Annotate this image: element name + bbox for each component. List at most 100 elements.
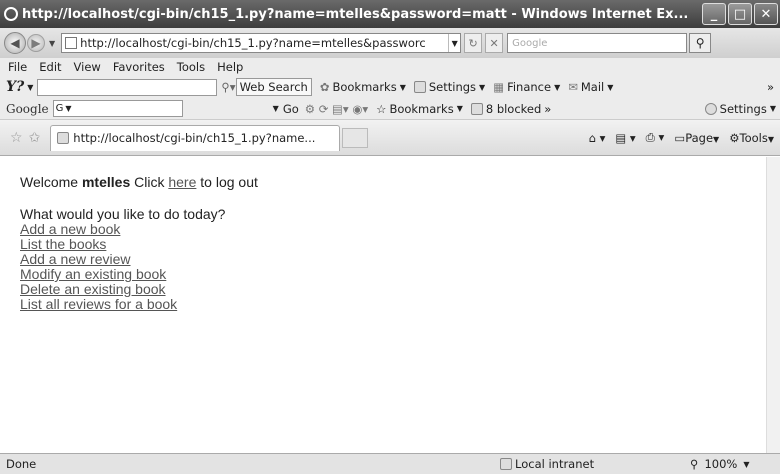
question-text: What would you like to do today? (20, 206, 226, 222)
list-books-link[interactable]: List the books (20, 237, 780, 252)
google-settings-label: Settings (719, 101, 767, 116)
feeds-icon[interactable]: ▤ ▾ (615, 131, 635, 145)
search-input[interactable]: Google (507, 33, 688, 53)
zoom-icon: ⚲ (690, 457, 699, 471)
popup-blocked-label: 8 blocked (485, 101, 542, 116)
logout-text: to log out (200, 174, 258, 190)
google-go-button[interactable]: Go (283, 102, 299, 116)
logout-link[interactable]: here (168, 174, 196, 190)
mail-icon: ✉ (568, 80, 578, 94)
menu-tools[interactable]: Tools (177, 60, 205, 74)
status-bar: Done Local intranet ⚲ 100% ▼ (0, 453, 780, 474)
stop-button[interactable]: ✕ (485, 33, 504, 53)
window-title: http://localhost/cgi-bin/ch15_1.py?name=… (22, 6, 689, 22)
address-bar: ◀ ▶ ▼ http://localhost/cgi-bin/ch15_1.py… (0, 28, 780, 58)
mail-label: Mail (580, 80, 605, 94)
search-icon[interactable]: ⚲▾ (221, 80, 235, 94)
yahoo-dropdown-icon[interactable]: ▼ (27, 83, 33, 92)
tab-label: http://localhost/cgi-bin/ch15_1.py?name.… (73, 131, 316, 145)
forward-button[interactable]: ▶ (27, 34, 45, 52)
google-settings-button[interactable]: Settings ▼ (704, 101, 776, 116)
google-logo[interactable]: Google (6, 102, 49, 116)
settings-icon (413, 81, 426, 93)
star-icon: ☆ (376, 101, 387, 116)
tab-row: ☆ ✩ http://localhost/cgi-bin/ch15_1.py?n… (0, 120, 780, 156)
yahoo-settings-button[interactable]: Settings ▼ (413, 80, 485, 94)
title-bar: http://localhost/cgi-bin/ch15_1.py?name=… (0, 0, 780, 28)
web-search-button[interactable]: Web Search (235, 78, 312, 96)
favorites-star-icon[interactable]: ☆ (10, 130, 23, 146)
menu-edit[interactable]: Edit (39, 60, 61, 74)
close-button[interactable]: ✕ (754, 3, 778, 25)
add-favorites-icon[interactable]: ✩ (29, 130, 41, 146)
tab-current[interactable]: http://localhost/cgi-bin/ch15_1.py?name.… (50, 124, 341, 151)
yahoo-search-input[interactable] (37, 78, 218, 96)
finance-button[interactable]: ▦ Finance ▼ (493, 80, 560, 94)
status-text: Done (6, 457, 37, 471)
yahoo-bookmarks-button[interactable]: ✿ Bookmarks ▼ (320, 80, 406, 94)
finance-icon: ▦ (493, 80, 505, 94)
page-content: Welcome mtelles Click here to log out Wh… (0, 157, 780, 453)
add-review-link[interactable]: Add a new review (20, 252, 780, 267)
new-tab-button[interactable] (342, 127, 369, 148)
google-dropdown-icon[interactable]: ▼ (273, 104, 279, 113)
yahoo-bookmarks-label: Bookmarks (332, 80, 397, 94)
click-text: Click (134, 174, 165, 190)
page-icon (65, 37, 78, 49)
list-reviews-link[interactable]: List all reviews for a book (20, 297, 780, 312)
intranet-icon (500, 458, 512, 470)
history-dropdown-icon[interactable]: ▼ (49, 39, 55, 48)
zoom-control[interactable]: ⚲ 100% ▼ (690, 457, 749, 471)
popup-blocker-button[interactable]: 8 blocked» (470, 101, 551, 116)
url-field[interactable]: http://localhost/cgi-bin/ch15_1.py?name=… (61, 33, 462, 53)
menu-help[interactable]: Help (217, 60, 243, 74)
home-icon[interactable]: ⌂ ▾ (589, 131, 606, 145)
security-zone[interactable]: Local intranet (500, 457, 594, 471)
print-icon[interactable]: ⎙ ▾ (646, 130, 665, 145)
tools-menu-button[interactable]: ⚙Tools▼ (729, 131, 774, 145)
google-tools-icons[interactable]: ⚙ ⟳ ▤▾ ◉▾ (305, 102, 368, 116)
tools-menu-label: Tools (739, 130, 768, 145)
welcome-line: Welcome mtelles Click here to log out (20, 175, 780, 190)
menu-file[interactable]: File (8, 60, 27, 74)
welcome-text: Welcome (20, 174, 79, 190)
bookmark-icon: ✿ (319, 80, 330, 94)
page-menu-button[interactable]: ▭Page▼ (674, 131, 719, 145)
google-bookmarks-button[interactable]: ☆ Bookmarks ▼ (376, 102, 463, 116)
menu-view[interactable]: View (74, 60, 101, 74)
page-menu-icon: ▭ (674, 130, 686, 145)
page-menu-label: Page (685, 130, 714, 145)
modify-book-link[interactable]: Modify an existing book (20, 267, 780, 282)
page-icon (57, 132, 70, 144)
minimize-button[interactable]: _ (702, 3, 726, 25)
zone-label: Local intranet (515, 457, 595, 471)
delete-book-link[interactable]: Delete an existing book (20, 282, 780, 297)
search-icon[interactable]: ⚲ (689, 33, 712, 53)
google-toolbar: Google G ▼ ▼ Go ⚙ ⟳ ▤▾ ◉▾ ☆ Bookmarks ▼ 8 b… (0, 98, 780, 120)
yahoo-toolbar: Y? ▼ ⚲▾ Web Search ✿ Bookmarks ▼ Settings ▼… (0, 76, 780, 98)
back-button[interactable]: ◀ (4, 32, 26, 54)
settings-icon (704, 102, 717, 115)
toolbar-overflow-icon[interactable]: » (767, 80, 774, 94)
zoom-label: 100% (704, 457, 738, 471)
command-bar: ⌂ ▾ ▤ ▾ ⎙ ▾ ▭Page▼ ⚙Tools▼ (589, 130, 774, 145)
finance-label: Finance (507, 80, 552, 94)
maximize-button[interactable]: □ (728, 3, 752, 25)
google-bookmarks-label: Bookmarks (389, 101, 454, 116)
username: mtelles (81, 174, 131, 190)
yahoo-settings-label: Settings (428, 80, 477, 94)
google-input-text[interactable]: G (56, 103, 64, 114)
yahoo-logo[interactable]: Y? (6, 79, 24, 95)
refresh-button[interactable]: ↻ (464, 33, 483, 53)
gear-icon: ⚙ (729, 130, 740, 145)
menu-favorites[interactable]: Favorites (113, 60, 165, 74)
vertical-scrollbar[interactable] (766, 157, 780, 453)
mail-button[interactable]: ✉ Mail ▼ (568, 80, 613, 94)
add-book-link[interactable]: Add a new book (20, 222, 780, 237)
url-text[interactable]: http://localhost/cgi-bin/ch15_1.py?name=… (80, 36, 448, 50)
url-dropdown-icon[interactable]: ▼ (448, 34, 460, 52)
window-controls: _ □ ✕ (702, 3, 778, 25)
menu-bar: File Edit View Favorites Tools Help (0, 58, 780, 76)
ie-logo-icon (4, 7, 18, 21)
google-search-input[interactable]: G ▼ (52, 100, 183, 117)
